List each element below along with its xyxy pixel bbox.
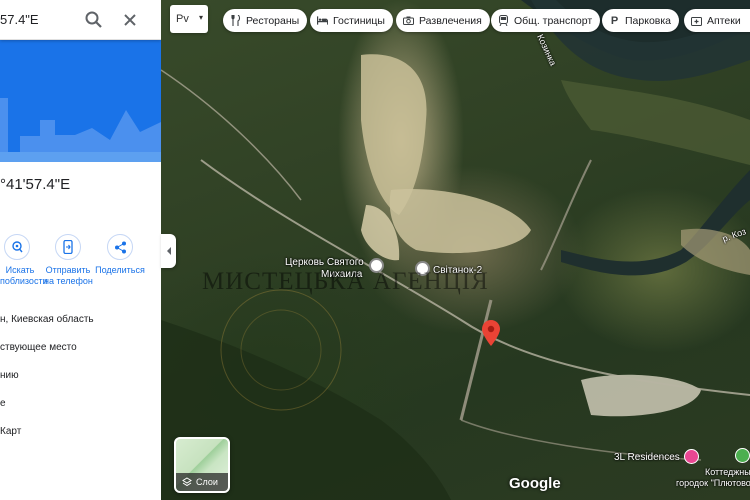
- parking-icon: P: [610, 14, 619, 27]
- chip-transit[interactable]: Общ. транспорт: [491, 9, 601, 32]
- send-to-phone-label-line1: Отправить: [45, 265, 91, 275]
- chip-entertainment[interactable]: Развлечения: [396, 9, 490, 32]
- close-button[interactable]: [119, 9, 141, 31]
- share-label-line1: Поделиться: [95, 265, 145, 275]
- cottage-label-line1[interactable]: Коттеджный: [705, 467, 750, 477]
- satellite-map[interactable]: [161, 0, 750, 500]
- hero-skyline: [0, 40, 161, 162]
- residences-label[interactable]: 3L Residences: [614, 452, 680, 463]
- chip-hotels-label: Гостиницы: [333, 14, 385, 27]
- church-label-line1[interactable]: Церковь Святого: [285, 257, 364, 268]
- pharmacy-icon: [691, 15, 702, 26]
- chip-transit-label: Общ. транспорт: [514, 14, 593, 27]
- watermark-text: МИСТЕЦЬКА АГЕНЦІЯ: [202, 268, 489, 295]
- transit-icon: [498, 15, 509, 26]
- info-row-address[interactable]: н, Киевская область: [0, 314, 94, 325]
- map-type-selector[interactable]: Рv ▾: [170, 5, 208, 33]
- side-panel: 57.4"E °41'57.4"E Искать Отправить Подел…: [0, 0, 161, 500]
- cottage-label-line2[interactable]: городок "Плютово": [676, 478, 750, 488]
- nearby-icon: [12, 241, 23, 253]
- close-icon: [124, 14, 136, 26]
- chip-restaurants[interactable]: Рестораны: [223, 9, 308, 32]
- restaurant-icon: [230, 15, 241, 26]
- chip-parking[interactable]: P Парковка: [602, 9, 680, 32]
- chip-hotels[interactable]: Гостиницы: [310, 9, 393, 32]
- chip-restaurants-label: Рестораны: [246, 14, 300, 27]
- send-to-phone-button[interactable]: Отправить: [42, 234, 94, 276]
- share-icon: [114, 241, 126, 253]
- chip-entertainment-label: Развлечения: [419, 14, 482, 27]
- search-icon: [85, 11, 102, 28]
- send-to-phone-label-line2: на телефон: [44, 276, 93, 286]
- hotel-icon: [317, 15, 328, 26]
- location-pin-icon[interactable]: [482, 320, 500, 351]
- search-box[interactable]: 57.4"E: [0, 0, 161, 40]
- chip-pharmacies-label: Аптеки: [707, 14, 741, 27]
- info-row-label[interactable]: нию: [0, 370, 19, 381]
- nearby-label-line1: Искать: [5, 265, 35, 275]
- chip-parking-label: Парковка: [625, 14, 672, 27]
- share-button[interactable]: Поделиться: [95, 234, 145, 276]
- google-logo: Google: [509, 475, 561, 492]
- place-coordinates: °41'57.4"E: [0, 176, 71, 193]
- residences-poi-icon[interactable]: [684, 449, 699, 464]
- camera-icon: [403, 15, 414, 26]
- send-to-phone-icon: [63, 240, 73, 254]
- nearby-button[interactable]: Искать: [0, 234, 40, 276]
- cottage-poi-icon[interactable]: [735, 448, 750, 463]
- search-button[interactable]: [83, 9, 105, 31]
- layers-button[interactable]: Слои: [174, 437, 230, 493]
- info-row-4[interactable]: е: [0, 398, 6, 409]
- nearby-label-line2: поблизости: [0, 276, 48, 286]
- collapse-panel-button[interactable]: [161, 234, 176, 268]
- chip-pharmacies[interactable]: Аптеки: [684, 9, 750, 32]
- map-type-label: Рv: [176, 13, 189, 25]
- chevron-left-icon: [166, 247, 171, 255]
- search-input[interactable]: 57.4"E: [0, 12, 39, 27]
- info-row-maps[interactable]: Карт: [0, 426, 21, 437]
- layers-icon: [182, 477, 192, 487]
- chevron-down-icon: ▾: [199, 13, 204, 22]
- map-terrain: [161, 0, 750, 500]
- place-hero-image[interactable]: [0, 40, 161, 162]
- info-row-missing-place[interactable]: ствующее место: [0, 342, 77, 353]
- layers-label: Слои: [196, 477, 218, 487]
